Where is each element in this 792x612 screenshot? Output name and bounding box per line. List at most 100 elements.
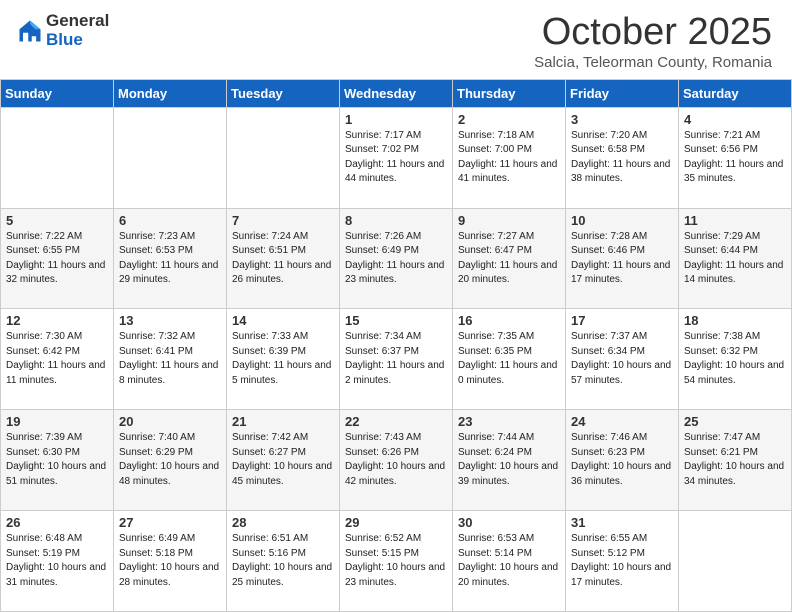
day-info: Sunrise: 7:23 AM Sunset: 6:53 PM Dayligh… (119, 230, 221, 288)
calendar-week-row: 19Sunrise: 7:39 AM Sunset: 6:30 PM Dayli… (1, 410, 792, 511)
header: General Blue October 2025 Salcia, Teleor… (0, 0, 792, 79)
day-info: Sunrise: 6:53 AM Sunset: 5:14 PM Dayligh… (458, 532, 560, 590)
day-number: 17 (571, 313, 673, 328)
day-number: 8 (345, 213, 447, 228)
day-number: 31 (571, 515, 673, 530)
day-info: Sunrise: 7:47 AM Sunset: 6:21 PM Dayligh… (684, 431, 786, 489)
table-row: 24 Sunrise: 7:46 AM Sunset: 6:23 PM Dayli… (566, 410, 679, 511)
day-number: 20 (119, 414, 221, 429)
table-row: 2Sunrise: 7:18 AM Sunset: 7:00 PM Daylig… (453, 107, 566, 208)
day-info: Sunrise: 6:55 AM Sunset: 5:12 PM Dayligh… (571, 532, 673, 590)
day-info: Sunrise: 7:28 AM Sunset: 6:46 PM Dayligh… (571, 230, 673, 288)
day-info: Sunrise: 7:22 AM Sunset: 6:55 PM Dayligh… (6, 230, 108, 288)
calendar-header-row: Sunday Monday Tuesday Wednesday Thursday… (1, 79, 792, 107)
table-row: 5 Sunrise: 7:22 AM Sunset: 6:55 PM Daylig… (1, 208, 114, 309)
day-number: 12 (6, 313, 108, 328)
logo-icon (16, 17, 44, 45)
day-info: Sunrise: 7:18 AM Sunset: 7:00 PM Dayligh… (458, 129, 560, 187)
table-row: 6 Sunrise: 7:23 AM Sunset: 6:53 PM Daylig… (114, 208, 227, 309)
col-wednesday: Wednesday (340, 79, 453, 107)
day-number: 18 (684, 313, 786, 328)
table-row: 20 Sunrise: 7:40 AM Sunset: 6:29 PM Dayli… (114, 410, 227, 511)
col-saturday: Saturday (679, 79, 792, 107)
table-row: 16Sunrise: 7:35 AM Sunset: 6:35 PM Dayli… (453, 309, 566, 410)
day-number: 1 (345, 112, 447, 127)
table-row: 22 Sunrise: 7:43 AM Sunset: 6:26 PM Dayli… (340, 410, 453, 511)
day-number: 25 (684, 414, 786, 429)
table-row: 11 Sunrise: 7:29 AM Sunset: 6:44 PM Dayli… (679, 208, 792, 309)
calendar-week-row: 1 Sunrise: 7:17 AM Sunset: 7:02 PM Daylig… (1, 107, 792, 208)
table-row: 28 Sunrise: 6:51 AM Sunset: 5:16 PM Dayli… (227, 511, 340, 612)
month-title: October 2025 (534, 12, 772, 54)
calendar-week-row: 12 Sunrise: 7:30 AM Sunset: 6:42 PM Dayli… (1, 309, 792, 410)
table-row: 17Sunrise: 7:37 AM Sunset: 6:34 PM Dayli… (566, 309, 679, 410)
table-row: 27 Sunrise: 6:49 AM Sunset: 5:18 PM Dayli… (114, 511, 227, 612)
day-info: Sunrise: 7:33 AM Sunset: 6:39 PM Dayligh… (232, 330, 334, 388)
table-row: 3Sunrise: 7:20 AM Sunset: 6:58 PM Daylig… (566, 107, 679, 208)
day-info: Sunrise: 7:29 AM Sunset: 6:44 PM Dayligh… (684, 230, 786, 288)
day-number: 21 (232, 414, 334, 429)
table-row: 12 Sunrise: 7:30 AM Sunset: 6:42 PM Dayli… (1, 309, 114, 410)
day-info: Sunrise: 7:42 AM Sunset: 6:27 PM Dayligh… (232, 431, 334, 489)
day-info: Sunrise: 7:46 AM Sunset: 6:23 PM Dayligh… (571, 431, 673, 489)
logo-blue-text: Blue (46, 31, 109, 50)
day-number: 16 (458, 313, 560, 328)
day-info: Sunrise: 7:39 AM Sunset: 6:30 PM Dayligh… (6, 431, 108, 489)
day-info: Sunrise: 7:30 AM Sunset: 6:42 PM Dayligh… (6, 330, 108, 388)
day-number: 26 (6, 515, 108, 530)
table-row: 14 Sunrise: 7:33 AM Sunset: 6:39 PM Dayli… (227, 309, 340, 410)
day-info: Sunrise: 6:49 AM Sunset: 5:18 PM Dayligh… (119, 532, 221, 590)
day-info: Sunrise: 7:38 AM Sunset: 6:32 PM Dayligh… (684, 330, 786, 388)
table-row: 7Sunrise: 7:24 AM Sunset: 6:51 PM Daylig… (227, 208, 340, 309)
logo-general-text: General (46, 12, 109, 31)
col-friday: Friday (566, 79, 679, 107)
day-info: Sunrise: 7:40 AM Sunset: 6:29 PM Dayligh… (119, 431, 221, 489)
col-sunday: Sunday (1, 79, 114, 107)
calendar-week-row: 26 Sunrise: 6:48 AM Sunset: 5:19 PM Dayli… (1, 511, 792, 612)
table-row: 21 Sunrise: 7:42 AM Sunset: 6:27 PM Dayli… (227, 410, 340, 511)
day-info: Sunrise: 6:48 AM Sunset: 5:19 PM Dayligh… (6, 532, 108, 590)
col-tuesday: Tuesday (227, 79, 340, 107)
day-number: 14 (232, 313, 334, 328)
page: General Blue October 2025 Salcia, Teleor… (0, 0, 792, 612)
logo-text: General Blue (46, 12, 109, 49)
day-number: 11 (684, 213, 786, 228)
day-info: Sunrise: 6:52 AM Sunset: 5:15 PM Dayligh… (345, 532, 447, 590)
table-row: 18 Sunrise: 7:38 AM Sunset: 6:32 PM Dayli… (679, 309, 792, 410)
table-row (1, 107, 114, 208)
day-info: Sunrise: 7:43 AM Sunset: 6:26 PM Dayligh… (345, 431, 447, 489)
day-number: 24 (571, 414, 673, 429)
day-number: 5 (6, 213, 108, 228)
day-number: 4 (684, 112, 786, 127)
table-row: 19Sunrise: 7:39 AM Sunset: 6:30 PM Dayli… (1, 410, 114, 511)
day-info: Sunrise: 7:44 AM Sunset: 6:24 PM Dayligh… (458, 431, 560, 489)
day-number: 22 (345, 414, 447, 429)
day-info: Sunrise: 7:17 AM Sunset: 7:02 PM Dayligh… (345, 129, 447, 187)
day-number: 7 (232, 213, 334, 228)
location-subtitle: Salcia, Teleorman County, Romania (534, 54, 772, 71)
calendar-week-row: 5 Sunrise: 7:22 AM Sunset: 6:55 PM Daylig… (1, 208, 792, 309)
title-block: October 2025 Salcia, Teleorman County, R… (534, 12, 772, 71)
day-number: 27 (119, 515, 221, 530)
day-number: 6 (119, 213, 221, 228)
day-number: 30 (458, 515, 560, 530)
table-row: 4Sunrise: 7:21 AM Sunset: 6:56 PM Daylig… (679, 107, 792, 208)
day-info: Sunrise: 7:32 AM Sunset: 6:41 PM Dayligh… (119, 330, 221, 388)
table-row: 25 Sunrise: 7:47 AM Sunset: 6:21 PM Dayli… (679, 410, 792, 511)
table-row: 1 Sunrise: 7:17 AM Sunset: 7:02 PM Daylig… (340, 107, 453, 208)
day-number: 10 (571, 213, 673, 228)
day-number: 3 (571, 112, 673, 127)
col-thursday: Thursday (453, 79, 566, 107)
calendar-table: Sunday Monday Tuesday Wednesday Thursday… (0, 79, 792, 612)
day-number: 29 (345, 515, 447, 530)
table-row: 30 Sunrise: 6:53 AM Sunset: 5:14 PM Dayli… (453, 511, 566, 612)
day-info: Sunrise: 7:26 AM Sunset: 6:49 PM Dayligh… (345, 230, 447, 288)
day-number: 28 (232, 515, 334, 530)
day-number: 23 (458, 414, 560, 429)
table-row: 13Sunrise: 7:32 AM Sunset: 6:41 PM Dayli… (114, 309, 227, 410)
day-info: Sunrise: 7:34 AM Sunset: 6:37 PM Dayligh… (345, 330, 447, 388)
table-row (227, 107, 340, 208)
day-info: Sunrise: 6:51 AM Sunset: 5:16 PM Dayligh… (232, 532, 334, 590)
table-row: 29 Sunrise: 6:52 AM Sunset: 5:15 PM Dayli… (340, 511, 453, 612)
table-row: 15Sunrise: 7:34 AM Sunset: 6:37 PM Dayli… (340, 309, 453, 410)
